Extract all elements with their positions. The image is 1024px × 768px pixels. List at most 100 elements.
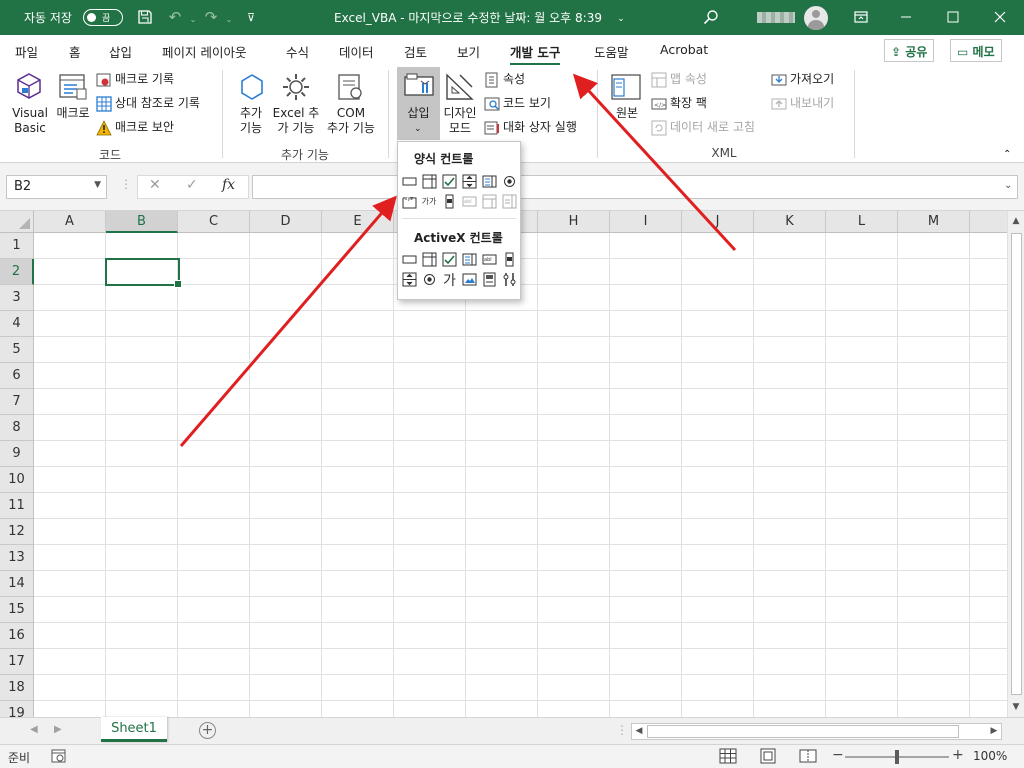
visual-basic-label[interactable]: Visual Basic: [8, 106, 52, 136]
minimize-icon[interactable]: [897, 8, 915, 26]
expansion-packs-button[interactable]: 확장 팩: [670, 96, 707, 111]
normal-view-icon[interactable]: [719, 748, 737, 764]
insert-dropdown-icon[interactable]: ⌄: [414, 122, 422, 137]
horizontal-scrollbar[interactable]: ◀ ▶: [631, 723, 1002, 740]
column-header[interactable]: H: [538, 211, 610, 233]
insert-control-label[interactable]: 삽입: [400, 106, 437, 121]
record-macro-button[interactable]: 매크로 기록: [115, 72, 174, 87]
excel-addins-label[interactable]: Excel 추 가 기능: [270, 106, 322, 136]
relative-reference-button[interactable]: 상대 참조로 기록: [115, 96, 200, 111]
insert-controls-icon[interactable]: [403, 71, 435, 103]
form-check-box-icon[interactable]: [441, 173, 458, 190]
comments-button[interactable]: ▭ 메모: [950, 39, 1002, 62]
activex-option-button-icon[interactable]: [421, 271, 438, 288]
refresh-data-button[interactable]: 데이터 새로 고침: [670, 120, 755, 135]
row-header[interactable]: 2: [0, 259, 34, 285]
scroll-down-icon[interactable]: ▼: [1008, 699, 1024, 716]
scroll-left-icon[interactable]: ◀: [632, 724, 646, 739]
page-layout-view-icon[interactable]: [759, 748, 777, 764]
row-header[interactable]: 13: [0, 545, 34, 571]
search-icon[interactable]: [702, 8, 720, 26]
customize-qat-icon[interactable]: ⊽: [242, 8, 260, 26]
tab-insert[interactable]: 삽입: [109, 42, 132, 61]
column-header[interactable]: A: [34, 211, 106, 233]
undo-dropdown-icon[interactable]: ⌄: [184, 10, 202, 28]
avatar[interactable]: [804, 6, 828, 30]
form-label-icon[interactable]: 가가: [419, 193, 439, 210]
row-header[interactable]: 9: [0, 441, 34, 467]
column-header[interactable]: I: [610, 211, 682, 233]
row-header[interactable]: 12: [0, 519, 34, 545]
redo-icon[interactable]: ↷: [202, 8, 220, 26]
collapse-ribbon-icon[interactable]: ⌃: [1003, 147, 1011, 162]
form-combo-list-icon[interactable]: [481, 193, 498, 210]
activex-image-icon[interactable]: [461, 271, 478, 288]
add-sheet-icon[interactable]: +: [199, 722, 216, 739]
row-header[interactable]: 10: [0, 467, 34, 493]
column-header[interactable]: K: [754, 211, 826, 233]
maximize-icon[interactable]: [944, 8, 962, 26]
com-addins-label[interactable]: COM 추가 기능: [322, 106, 380, 136]
run-dialog-button[interactable]: 대화 상자 실행: [503, 120, 577, 135]
macro-security-button[interactable]: 매크로 보안: [115, 120, 174, 135]
form-combo-box-icon[interactable]: [421, 173, 438, 190]
row-header[interactable]: 5: [0, 337, 34, 363]
close-icon[interactable]: [991, 8, 1009, 26]
view-code-button[interactable]: 코드 보기: [503, 96, 551, 111]
tab-review[interactable]: 검토: [404, 42, 427, 61]
row-header[interactable]: 18: [0, 675, 34, 701]
row-header[interactable]: 11: [0, 493, 34, 519]
activex-combo-box-icon[interactable]: [421, 251, 438, 268]
previous-sheet-icon[interactable]: ◀: [30, 724, 38, 735]
macro-recording-icon[interactable]: [50, 748, 68, 764]
form-list-box-icon[interactable]: [481, 173, 498, 190]
form-button-icon[interactable]: [401, 173, 418, 190]
row-header[interactable]: 15: [0, 597, 34, 623]
name-box-dropdown-icon[interactable]: ▼: [94, 180, 101, 190]
formula-input[interactable]: [252, 175, 1018, 199]
name-box[interactable]: B2 ▼: [6, 175, 107, 199]
vertical-scroll-thumb[interactable]: [1011, 233, 1022, 695]
addins-icon[interactable]: [236, 71, 268, 103]
row-header[interactable]: 7: [0, 389, 34, 415]
macros-label[interactable]: 매크로: [53, 106, 93, 121]
row-header[interactable]: 3: [0, 285, 34, 311]
column-header[interactable]: B: [106, 211, 178, 233]
column-header[interactable]: D: [250, 211, 322, 233]
autosave-toggle[interactable]: 끔: [83, 9, 123, 26]
column-header[interactable]: M: [898, 211, 970, 233]
activex-check-box-icon[interactable]: [441, 251, 458, 268]
tab-split-grip-icon[interactable]: ⋮: [616, 723, 628, 737]
column-header-partial[interactable]: [970, 211, 1007, 233]
zoom-level[interactable]: 100%: [973, 749, 1007, 763]
activex-scroll-bar-icon[interactable]: [501, 251, 518, 268]
xml-source-icon[interactable]: [610, 71, 642, 103]
select-all-button[interactable]: [0, 211, 34, 233]
next-sheet-icon[interactable]: ▶: [54, 724, 62, 735]
expand-formula-bar-icon[interactable]: ⌄: [1004, 180, 1012, 191]
design-mode-label[interactable]: 디자인 모드: [441, 106, 479, 136]
column-header[interactable]: L: [826, 211, 898, 233]
excel-addins-icon[interactable]: [280, 71, 312, 103]
row-header[interactable]: 4: [0, 311, 34, 337]
horizontal-scroll-thumb[interactable]: [647, 725, 959, 738]
sheet-tab[interactable]: Sheet1: [101, 717, 167, 742]
form-group-box-icon[interactable]: xyz: [401, 193, 418, 210]
column-header[interactable]: E: [322, 211, 394, 233]
activex-text-box-icon[interactable]: abl: [481, 251, 498, 268]
row-header[interactable]: 8: [0, 415, 34, 441]
tab-acrobat[interactable]: Acrobat: [660, 42, 708, 57]
tab-data[interactable]: 데이터: [339, 42, 374, 61]
selected-cell[interactable]: [105, 258, 182, 288]
document-title[interactable]: Excel_VBA - 마지막으로 수정한 날짜: 월 오후 8:39: [334, 9, 602, 26]
tab-formulas[interactable]: 수식: [286, 42, 309, 61]
share-button[interactable]: ⇪ 공유: [884, 39, 935, 62]
tab-help[interactable]: 도움말: [594, 42, 629, 61]
activex-more-controls-icon[interactable]: [501, 271, 518, 288]
activex-list-box-icon[interactable]: [461, 251, 478, 268]
export-button[interactable]: 내보내기: [790, 96, 834, 111]
row-header[interactable]: 19: [0, 701, 34, 717]
com-addins-icon[interactable]: [334, 71, 366, 103]
xml-source-label[interactable]: 원본: [609, 106, 645, 121]
save-icon[interactable]: [136, 8, 154, 26]
